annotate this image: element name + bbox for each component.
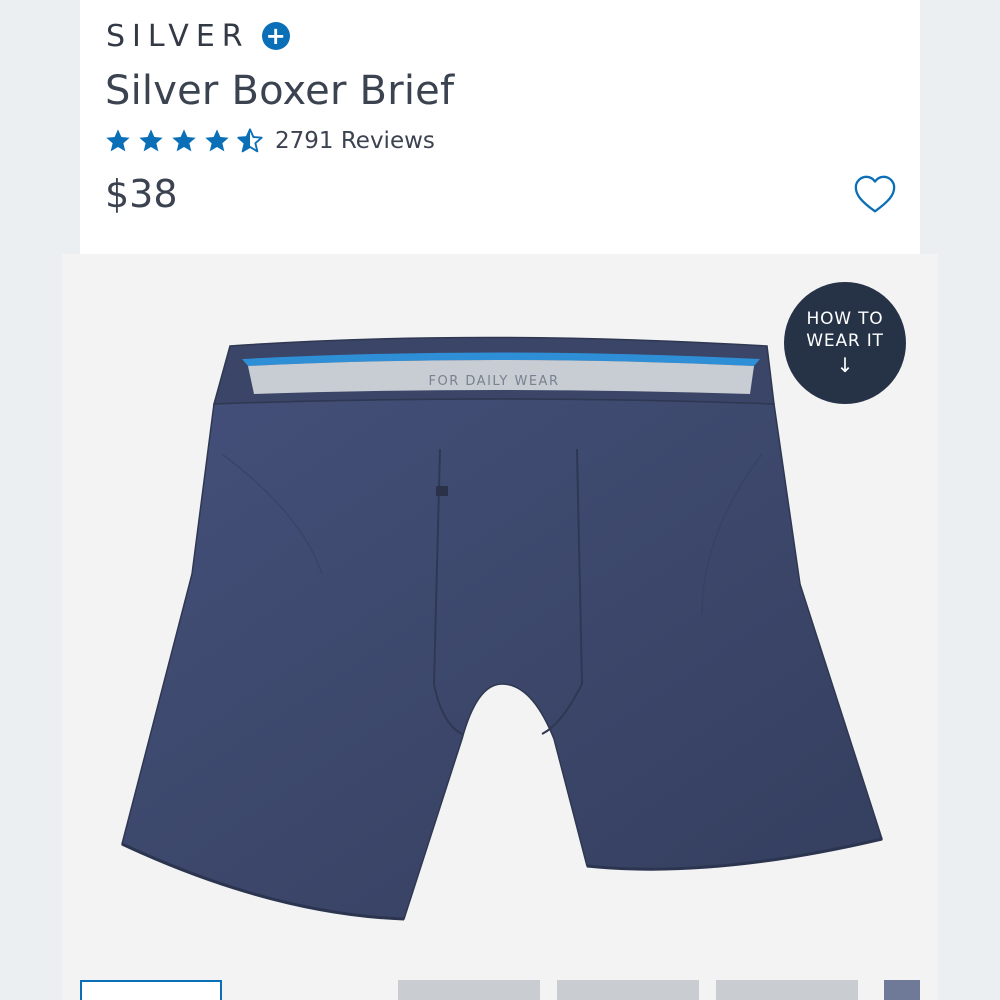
thumbnail-5[interactable] bbox=[884, 980, 920, 1000]
product-info-card: SILVER + Silver Boxer Brief 2791 Reviews… bbox=[80, 0, 920, 254]
star-icon bbox=[205, 129, 229, 152]
thumbnail-1[interactable] bbox=[80, 980, 222, 1000]
thumbnail-4[interactable] bbox=[716, 980, 858, 1000]
product-title: Silver Boxer Brief bbox=[105, 68, 455, 114]
brand-name: SILVER bbox=[106, 18, 250, 54]
thumbnail-2[interactable] bbox=[398, 980, 540, 1000]
thumbnail-3[interactable] bbox=[557, 980, 699, 1000]
arrow-down-icon: ↓ bbox=[836, 353, 854, 377]
star-icon bbox=[139, 129, 163, 152]
product-price: $38 bbox=[105, 172, 178, 216]
half-star-icon bbox=[237, 128, 263, 153]
star-icon bbox=[106, 129, 130, 152]
brand-row[interactable]: SILVER + bbox=[106, 14, 290, 58]
reviews-link[interactable]: 2791 Reviews bbox=[275, 128, 435, 154]
product-page: SILVER + Silver Boxer Brief 2791 Reviews… bbox=[0, 0, 1000, 1000]
how-to-line-2: WEAR IT bbox=[806, 331, 884, 351]
rating-row[interactable]: 2791 Reviews bbox=[104, 124, 435, 158]
how-to-line-1: HOW TO bbox=[806, 309, 884, 329]
heart-icon[interactable] bbox=[852, 172, 898, 218]
waistband-label: FOR DAILY WEAR bbox=[429, 374, 560, 389]
plus-icon[interactable]: + bbox=[261, 22, 290, 50]
star-icon bbox=[172, 129, 196, 152]
how-to-wear-button[interactable]: HOW TO WEAR IT ↓ bbox=[784, 282, 906, 404]
thumbnail-strip bbox=[0, 980, 1000, 1000]
